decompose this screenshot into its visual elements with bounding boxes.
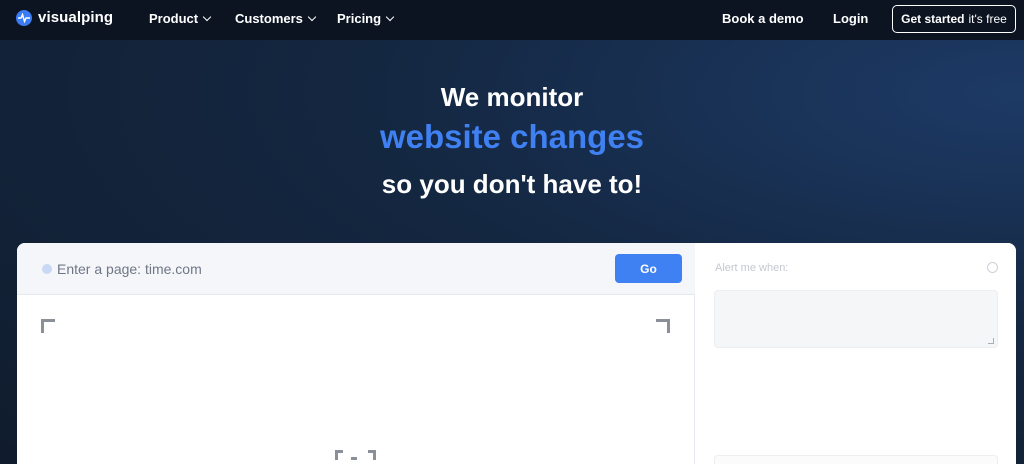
nav-pricing[interactable]: Pricing — [337, 11, 395, 26]
screenshot-frame-right-icon — [368, 450, 376, 460]
alert-secondary-field[interactable] — [714, 455, 998, 464]
chevron-down-icon — [307, 12, 317, 21]
resize-handle-icon[interactable] — [988, 338, 994, 344]
brand-logo[interactable]: visualping — [16, 9, 113, 26]
alert-label: Alert me when: — [715, 262, 789, 274]
hero-title-highlight: website changes — [379, 118, 645, 155]
book-demo-link[interactable]: Book a demo — [722, 11, 804, 26]
nav-customers[interactable]: Customers — [235, 11, 317, 26]
hero-title-line-3: so you don't have to! — [381, 169, 643, 199]
preview-pane: Go — [17, 243, 695, 464]
chevron-down-icon — [385, 12, 395, 21]
cta-rest-label: it's free — [968, 12, 1007, 26]
screenshot-frame-left-icon — [335, 450, 343, 460]
url-input[interactable] — [57, 257, 597, 281]
status-dot-icon — [42, 264, 52, 274]
top-nav: visualping Product Customers Pricing Boo… — [0, 0, 1024, 40]
alert-keywords-textarea[interactable] — [714, 290, 998, 348]
brand-name: visualping — [38, 9, 114, 26]
nav-product[interactable]: Product — [149, 11, 212, 26]
nav-customers-label: Customers — [235, 11, 303, 26]
nav-pricing-label: Pricing — [337, 11, 382, 26]
crop-corner-top-left-icon — [41, 319, 55, 333]
url-bar: Go — [17, 243, 695, 295]
help-icon[interactable] — [987, 262, 998, 273]
monitor-card: Go Alert me when: — [17, 243, 1016, 464]
chevron-down-icon — [202, 12, 212, 21]
alert-pane: Alert me when: — [695, 243, 1016, 464]
login-link[interactable]: Login — [833, 11, 868, 26]
get-started-button[interactable]: Get started it's free — [892, 5, 1016, 33]
cta-strong-label: Get started — [901, 12, 965, 26]
go-button[interactable]: Go — [615, 254, 682, 283]
screenshot-frame-mid-icon — [351, 457, 357, 460]
hero-title-line-1: We monitor — [440, 82, 584, 112]
nav-product-label: Product — [149, 11, 199, 26]
pulse-icon — [16, 9, 32, 26]
crop-corner-top-right-icon — [656, 319, 670, 333]
